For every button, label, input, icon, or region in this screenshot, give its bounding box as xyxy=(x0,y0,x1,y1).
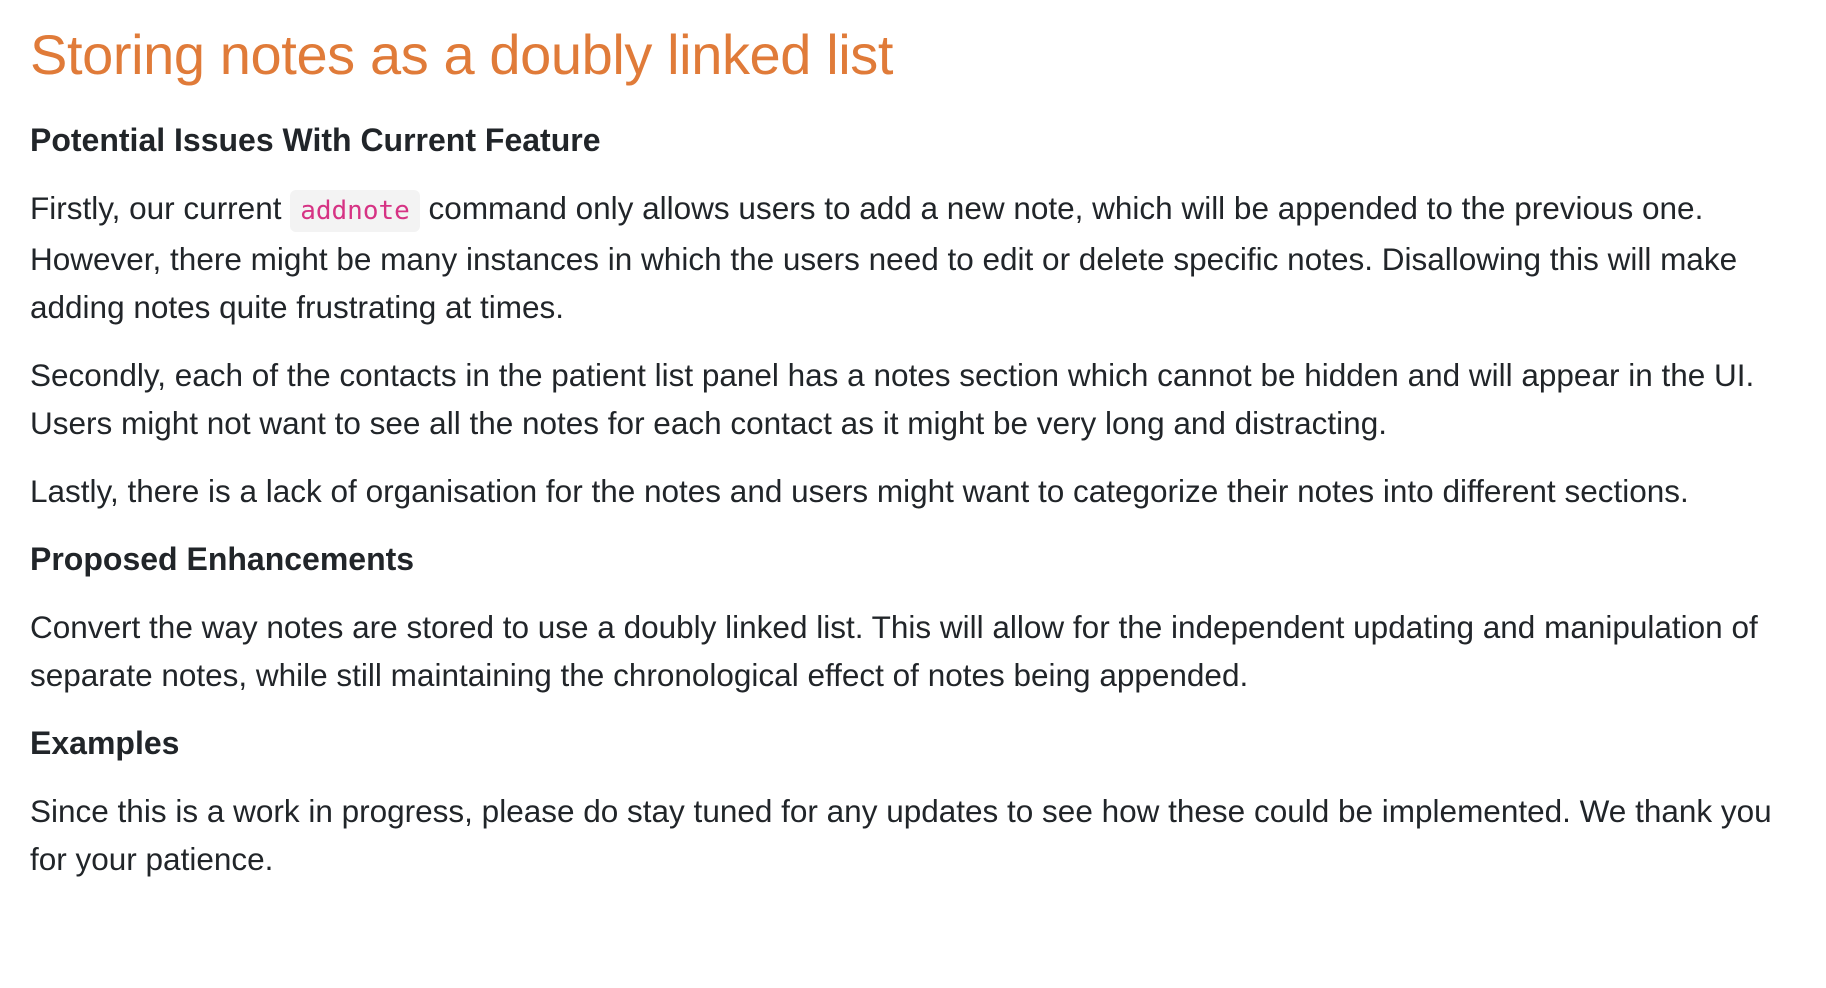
paragraph-lastly: Lastly, there is a lack of organisation … xyxy=(30,473,1689,509)
paragraph-firstly: Firstly, our current addnote command onl… xyxy=(30,184,1810,331)
section-heading-proposed-enhancements: Proposed Enhancements xyxy=(30,541,415,577)
section-heading-examples: Examples xyxy=(30,725,180,761)
page-title: Storing notes as a doubly linked list xyxy=(30,23,894,86)
paragraph-since: Since this is a work in progress, please… xyxy=(30,793,1772,877)
paragraph-convert: Convert the way notes are stored to use … xyxy=(30,609,1758,693)
inline-code-addnote: addnote xyxy=(290,190,420,232)
document-body: Storing notes as a doubly linked list Po… xyxy=(0,0,1826,988)
paragraph-secondly: Secondly, each of the contacts in the pa… xyxy=(30,357,1755,441)
paragraph-text: Firstly, our current xyxy=(30,190,291,226)
section-heading-potential-issues: Potential Issues With Current Feature xyxy=(30,122,601,158)
